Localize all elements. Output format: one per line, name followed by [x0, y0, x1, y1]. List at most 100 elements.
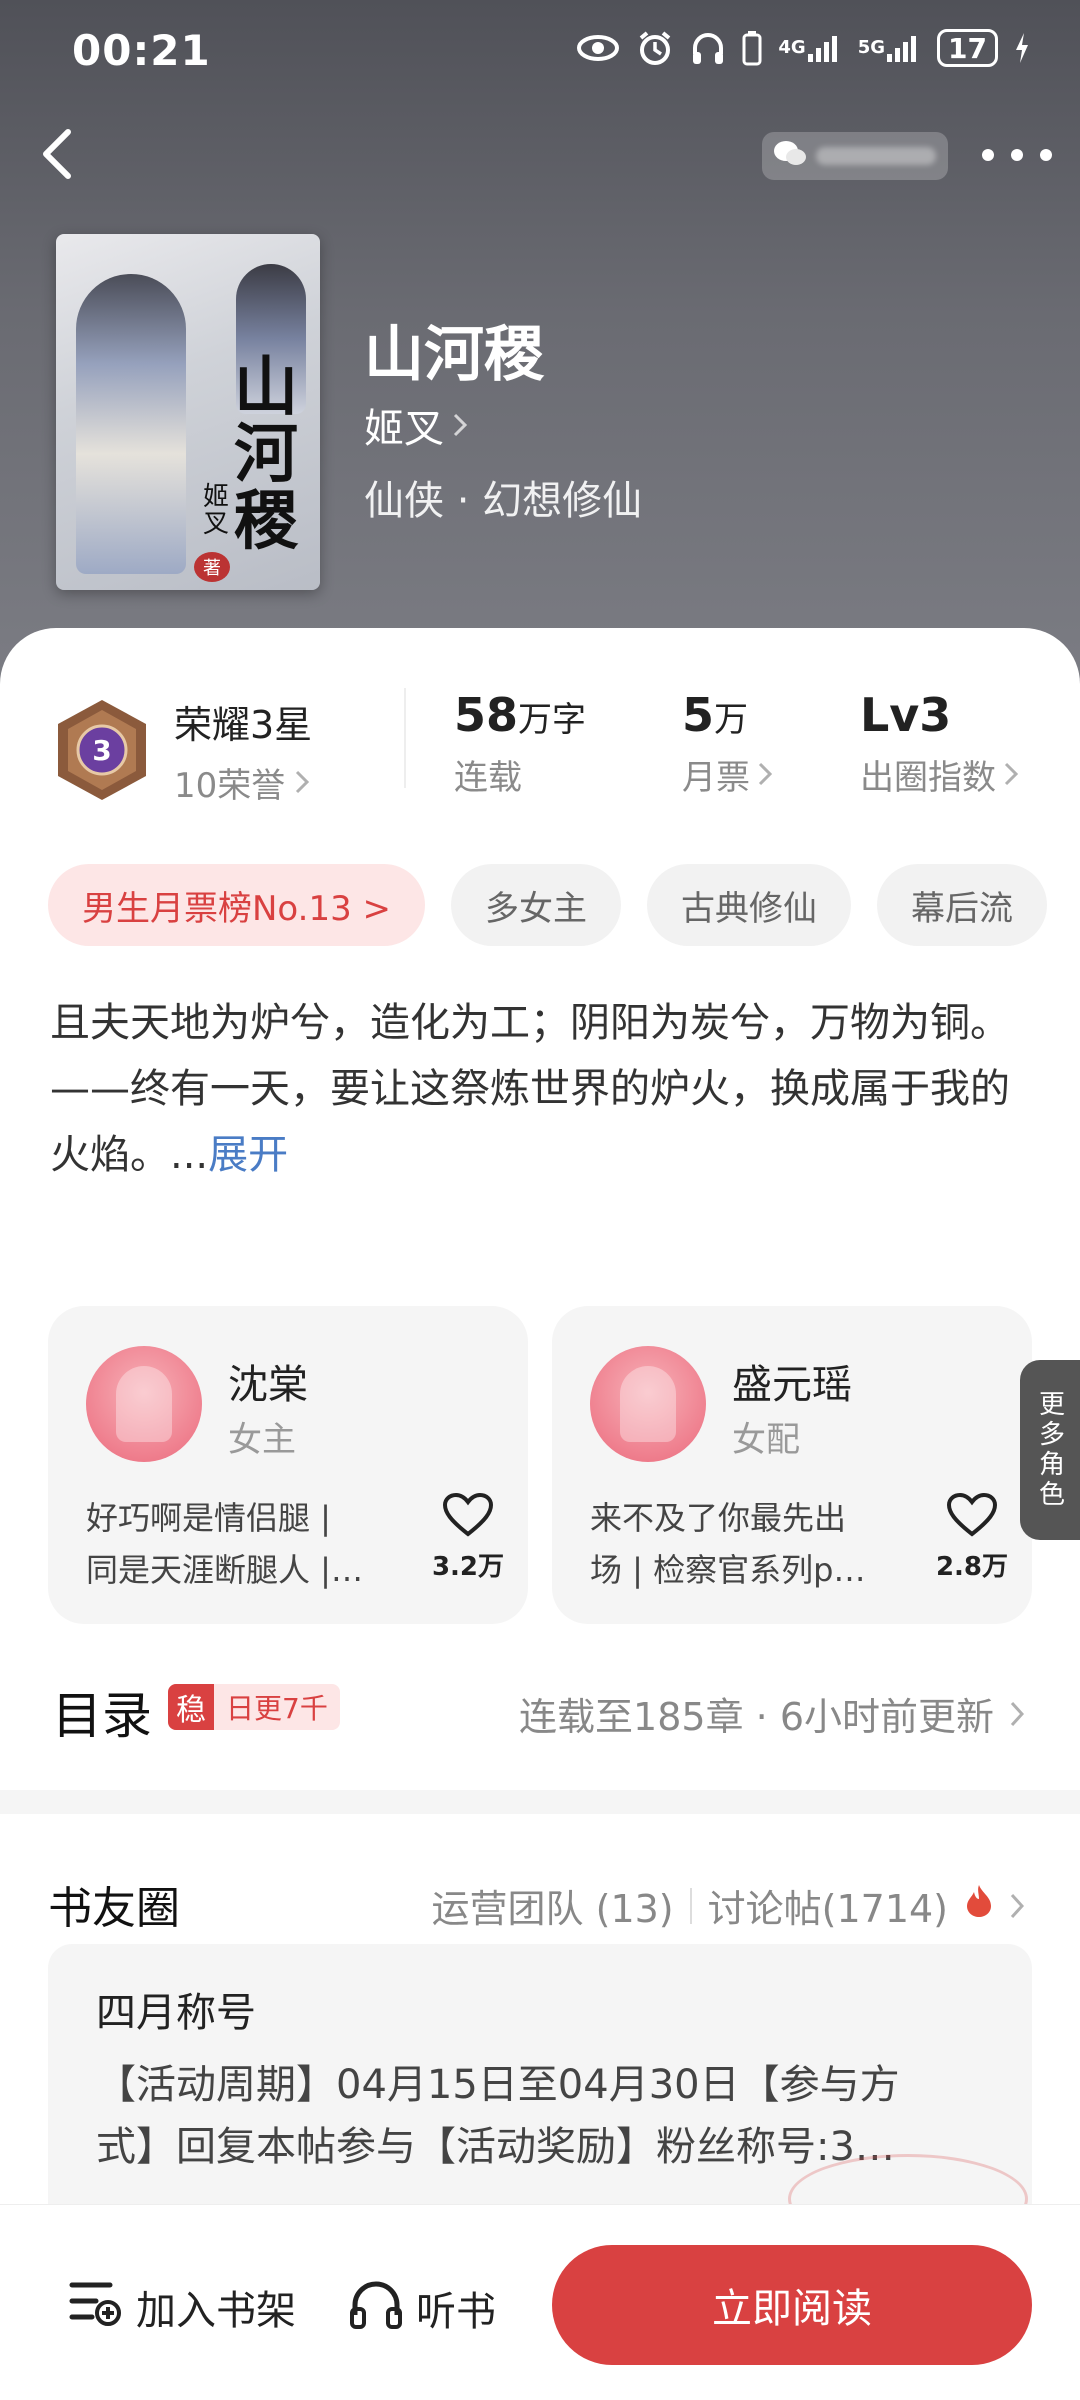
more-icon[interactable]	[982, 130, 1052, 180]
character-role: 女配	[732, 1420, 800, 1460]
status-bar: 00:21 4G 5G 17	[0, 0, 1080, 100]
book-author-link[interactable]: 姬叉	[364, 396, 468, 454]
chevron-right-icon	[452, 402, 468, 448]
posts-link[interactable]: 讨论帖(1714)	[708, 1878, 948, 1933]
wechat-icon	[772, 139, 808, 173]
character-card[interactable]: 沈棠 女主 好巧啊是情侣腿 | 同是天涯断腿人 |… 3.2万	[48, 1306, 528, 1624]
status-time: 00:21	[72, 26, 211, 75]
heart-icon	[946, 1492, 998, 1542]
stat-label: 月票	[682, 758, 750, 798]
character-name: 盛元瑶	[732, 1362, 852, 1408]
alarm-icon	[636, 28, 674, 68]
charging-icon	[1014, 28, 1030, 68]
post-title: 四月称号	[96, 1990, 256, 2036]
cover-figure-main	[76, 274, 186, 574]
stat-value: Lv3	[860, 688, 952, 742]
book-title: 山河稷	[364, 320, 544, 390]
character-like-button[interactable]: 3.2万	[428, 1492, 508, 1583]
book-cover[interactable]: 山河稷 姬叉 著	[56, 234, 320, 590]
top-nav	[0, 110, 1080, 200]
section-divider	[0, 1790, 1080, 1814]
chevron-right-icon	[1010, 1692, 1025, 1736]
character-like-count: 2.8万	[935, 1552, 1009, 1582]
add-shelf-button[interactable]: 加入书架	[66, 2277, 296, 2337]
listen-label: 听书	[416, 2289, 496, 2335]
post-line: 【活动周期】04月15日至04月30日【参与方	[96, 2062, 900, 2108]
character-description: 来不及了你最先出 场 | 检察官系列p…	[590, 1492, 920, 1596]
character-card[interactable]: 盛元瑶 女配 来不及了你最先出 场 | 检察官系列p… 2.8万	[552, 1306, 1032, 1624]
cover-author-text: 姬叉	[202, 482, 229, 540]
headphones-icon	[348, 2277, 404, 2339]
stat-monthly-votes[interactable]: 5万 月票	[682, 688, 773, 799]
character-like-button[interactable]: 2.8万	[932, 1492, 1012, 1583]
book-author: 姬叉	[364, 406, 444, 452]
wechat-share-button[interactable]	[762, 132, 948, 180]
character-desc-line: 来不及了你最先出	[590, 1499, 847, 1537]
honor-level-number: 3	[92, 734, 111, 767]
update-badge-text: 日更7千	[226, 1692, 328, 1725]
stat-value: 5	[682, 688, 715, 742]
listen-button[interactable]: 听书	[348, 2277, 496, 2339]
expand-link[interactable]: 展开	[208, 1132, 288, 1178]
character-avatar	[86, 1346, 202, 1462]
eye-icon	[576, 28, 620, 68]
add-shelf-label: 加入书架	[136, 2288, 296, 2334]
character-avatar	[590, 1346, 706, 1462]
synopsis-line: ——终有一天，要让这祭炼世界的炉火，换成属于我的火焰。...展开	[50, 1056, 1040, 1188]
character-like-count: 3.2万	[431, 1552, 505, 1582]
bottom-action-bar: 加入书架 听书 立即阅读	[0, 2204, 1080, 2400]
stat-label: 出圈指数	[860, 758, 996, 798]
network-label-1: 4G	[778, 37, 806, 58]
headphones-icon	[690, 28, 726, 68]
network-label-2: 5G	[857, 37, 886, 58]
fire-icon	[964, 1883, 994, 1928]
signal-5g-icon: 5G	[858, 28, 921, 68]
synopsis: 且夫天地为炉兮，造化为工；阴阳为炭兮，万物为铜。 ——终有一天，要让这祭炼世界的…	[50, 990, 1040, 1188]
post-card[interactable]: 四月称号 【活动周期】04月15日至04月30日【参与方 式】回复本帖参与【活动…	[48, 1944, 1032, 2204]
character-desc-line: 好巧啊是情侣腿 |	[86, 1499, 331, 1537]
catalog-status: 连载至185章 · 6小时前更新	[519, 1695, 994, 1739]
signal-4g-icon: 4G	[778, 28, 841, 68]
status-icons: 4G 5G 17	[576, 28, 1030, 68]
stat-unit: 万	[714, 700, 749, 740]
honor-points: 10荣誉	[174, 766, 286, 806]
synopsis-line: 且夫天地为炉兮，造化为工；阴阳为炭兮，万物为铜。	[50, 1000, 1010, 1046]
tag-row: 男生月票榜No.13 > 多女主 古典修仙 幕后流	[48, 864, 1048, 946]
more-roles-button[interactable]: 更多角色	[1020, 1360, 1080, 1540]
catalog-status-link[interactable]: 连载至185章 · 6小时前更新	[519, 1686, 1025, 1741]
heart-icon	[442, 1492, 494, 1542]
cover-seal: 著	[194, 552, 230, 582]
honor-title: 荣耀3星	[174, 703, 313, 747]
chevron-right-icon	[1004, 755, 1019, 795]
honor-points-link[interactable]: 10荣誉	[174, 758, 310, 807]
update-badge-mark: 稳	[168, 1684, 214, 1730]
battery-saver-icon	[742, 28, 762, 68]
back-icon[interactable]	[28, 124, 88, 184]
team-link[interactable]: 运营团队 (13)	[432, 1878, 674, 1933]
character-name: 沈棠	[228, 1362, 308, 1408]
stat-unit: 万字	[518, 700, 587, 740]
tag-item[interactable]: 幕后流	[877, 864, 1048, 946]
tag-ranking[interactable]: 男生月票榜No.13 >	[48, 864, 426, 946]
stat-popularity-index[interactable]: Lv3 出圈指数	[860, 688, 1019, 799]
circle-title: 书友圈	[48, 1883, 180, 1934]
chevron-right-icon	[758, 755, 773, 795]
book-category: 仙侠 · 幻想修仙	[364, 478, 643, 524]
cover-title-text: 山河稷	[234, 350, 298, 560]
stat-label: 连载	[454, 758, 522, 798]
stat-divider	[404, 688, 406, 788]
character-desc-line: 场 | 检察官系列p…	[590, 1551, 866, 1589]
honor-badge-icon[interactable]: 3	[52, 698, 152, 802]
chevron-right-icon[interactable]	[1010, 1884, 1025, 1928]
character-desc-line: 同是天涯断腿人 |…	[86, 1551, 363, 1589]
read-now-button[interactable]: 立即阅读	[552, 2245, 1032, 2365]
stat-value: 58	[454, 688, 519, 742]
circle-links: 运营团队 (13) 讨论帖(1714)	[432, 1878, 1025, 1933]
stat-word-count: 58万字 连载	[454, 688, 586, 799]
battery-indicator: 17	[937, 29, 998, 67]
tag-item[interactable]: 多女主	[451, 864, 622, 946]
share-blurred-label	[816, 147, 936, 165]
character-role: 女主	[228, 1420, 296, 1460]
catalog-title[interactable]: 目录	[52, 1676, 152, 1748]
tag-item[interactable]: 古典修仙	[647, 864, 852, 946]
